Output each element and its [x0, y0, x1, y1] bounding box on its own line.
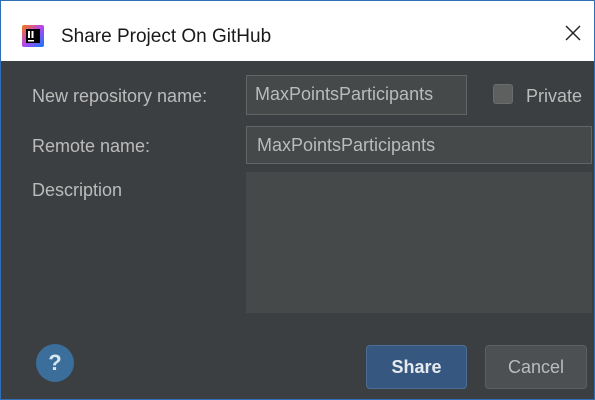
- share-button[interactable]: Share: [366, 345, 467, 389]
- dialog-titlebar: Share Project On GitHub: [1, 1, 594, 61]
- repo-name-value: MaxPointsParticipants: [255, 84, 434, 104]
- help-button[interactable]: ?: [36, 344, 74, 382]
- remote-name-label: Remote name:: [32, 136, 151, 156]
- dialog-title: Share Project On GitHub: [61, 26, 272, 47]
- close-icon: [565, 25, 581, 41]
- private-label[interactable]: Private: [526, 86, 582, 107]
- description-label: Description: [32, 180, 123, 200]
- intellij-idea-icon: [22, 25, 44, 47]
- cancel-button[interactable]: Cancel: [485, 345, 587, 389]
- repo-name-input[interactable]: MaxPointsParticipants: [246, 75, 467, 115]
- private-checkbox[interactable]: [493, 84, 513, 104]
- description-textarea[interactable]: [246, 172, 592, 313]
- remote-name-value: MaxPointsParticipants: [257, 135, 436, 155]
- share-project-dialog: Share Project On GitHub New repository n…: [0, 0, 595, 400]
- repo-name-label: New repository name:: [32, 86, 208, 106]
- close-button[interactable]: [550, 15, 594, 55]
- remote-name-input[interactable]: MaxPointsParticipants: [246, 126, 592, 164]
